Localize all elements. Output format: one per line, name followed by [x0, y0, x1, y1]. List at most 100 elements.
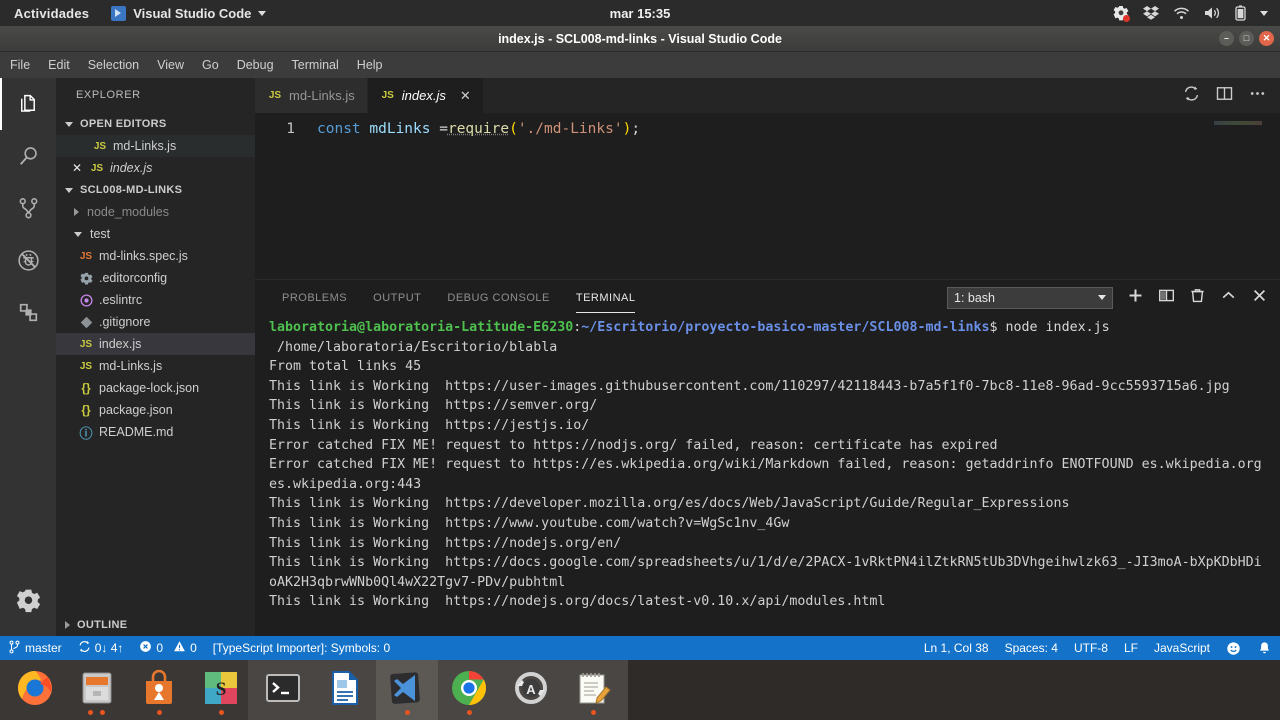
new-terminal-icon[interactable]	[1127, 287, 1144, 309]
js-icon: JS	[78, 361, 94, 372]
menu-file[interactable]: File	[0, 52, 39, 78]
close-icon[interactable]: ✕	[460, 88, 471, 104]
tree-item-index-js[interactable]: JS index.js	[56, 333, 255, 355]
dock-item-terminal[interactable]	[252, 660, 314, 720]
minimize-button[interactable]: –	[1219, 31, 1234, 46]
chrome-icon	[449, 668, 489, 713]
dock-item-slack[interactable]: S	[190, 660, 252, 720]
status-indentation[interactable]: Spaces: 4	[997, 636, 1066, 660]
tab-terminal[interactable]: TERMINAL	[563, 292, 649, 304]
tree-item-label: package.json	[99, 403, 173, 417]
dock-item-firefox[interactable]	[4, 660, 66, 720]
settings-alert-icon[interactable]	[1113, 5, 1129, 21]
menu-terminal[interactable]: Terminal	[283, 52, 348, 78]
maximize-panel-icon[interactable]	[1220, 287, 1237, 309]
status-sync[interactable]: 0↓ 4↑	[70, 636, 132, 660]
kill-terminal-icon[interactable]	[1189, 287, 1206, 309]
vscode-icon	[111, 6, 126, 21]
menu-view[interactable]: View	[148, 52, 193, 78]
bell-icon[interactable]	[1249, 636, 1280, 660]
code-editor[interactable]: 1 const mdLinks =require('./md-Links');	[255, 113, 1280, 295]
active-app-menu[interactable]: Visual Studio Code	[103, 6, 266, 21]
terminal-output[interactable]: laboratoria@laboratoria-Latitude-E6230:~…	[255, 315, 1280, 636]
tree-item-md-links-spec[interactable]: JS md-links.spec.js	[56, 245, 255, 267]
menu-go[interactable]: Go	[193, 52, 228, 78]
chevron-down-icon	[1098, 295, 1106, 300]
tree-item-test[interactable]: test	[56, 223, 255, 245]
dock-item-visual-studio-code[interactable]	[376, 660, 438, 720]
status-problems[interactable]: 0 0	[131, 636, 204, 660]
tree-item-package-lock[interactable]: {} package-lock.json	[56, 377, 255, 399]
tree-item-eslintrc[interactable]: .eslintrc	[56, 289, 255, 311]
dropbox-icon[interactable]	[1143, 6, 1159, 20]
tab-md-links-js[interactable]: JS md-Links.js	[255, 78, 368, 113]
dock-item-ubuntu-software[interactable]	[128, 660, 190, 720]
terminal-select[interactable]: 1: bash	[947, 287, 1113, 309]
activity-explorer[interactable]	[0, 78, 56, 130]
open-editor-md-links[interactable]: JS md-Links.js	[56, 135, 255, 157]
tab-debug-console[interactable]: DEBUG CONSOLE	[434, 292, 562, 304]
outline-header[interactable]: OUTLINE	[56, 614, 255, 636]
error-count: 0	[156, 641, 163, 655]
menu-bar: File Edit Selection View Go Debug Termin…	[0, 52, 1280, 78]
open-editor-index[interactable]: ✕ JS index.js	[56, 157, 255, 179]
status-branch[interactable]: master	[0, 636, 70, 660]
split-terminal-icon[interactable]	[1158, 287, 1175, 309]
activity-extensions[interactable]	[0, 286, 56, 338]
tree-item-label: node_modules	[87, 205, 169, 219]
dock-item-google-chrome[interactable]	[438, 660, 500, 720]
running-indicator	[591, 710, 596, 715]
activity-debug[interactable]	[0, 234, 56, 286]
close-button[interactable]: ✕	[1259, 31, 1274, 46]
activity-search[interactable]	[0, 130, 56, 182]
tree-item-package-json[interactable]: {} package.json	[56, 399, 255, 421]
activities-button[interactable]: Actividades	[0, 6, 103, 21]
activity-source-control[interactable]	[0, 182, 56, 234]
tab-index-js[interactable]: JS index.js ✕	[368, 78, 484, 113]
system-menu-caret-icon[interactable]	[1260, 11, 1268, 16]
smiley-icon[interactable]	[1218, 636, 1249, 660]
menu-edit[interactable]: Edit	[39, 52, 79, 78]
panel-header: PROBLEMS OUTPUT DEBUG CONSOLE TERMINAL 1…	[255, 280, 1280, 315]
activity-settings[interactable]	[0, 574, 56, 626]
status-encoding[interactable]: UTF-8	[1066, 636, 1116, 660]
tree-item-node-modules[interactable]: node_modules	[56, 201, 255, 223]
vscode-icon	[387, 668, 427, 713]
terminal-line: /home/laboratoria/Escritorio/blabla	[269, 338, 1266, 358]
tab-output[interactable]: OUTPUT	[360, 292, 434, 304]
terminal-line: This link is Working https://docs.google…	[269, 553, 1266, 592]
tab-problems[interactable]: PROBLEMS	[269, 292, 360, 304]
libreoffice-writer-icon	[325, 668, 365, 713]
split-editor-icon[interactable]	[1216, 85, 1233, 107]
status-extension[interactable]: [TypeScript Importer]: Symbols: 0	[205, 636, 398, 660]
js-icon: JS	[267, 90, 283, 101]
more-actions-icon[interactable]	[1249, 85, 1266, 107]
menu-selection[interactable]: Selection	[79, 52, 148, 78]
dock-item-software-updater[interactable]: A	[500, 660, 562, 720]
close-icon[interactable]: ✕	[70, 161, 84, 175]
status-language-mode[interactable]: JavaScript	[1146, 636, 1218, 660]
menu-help[interactable]: Help	[348, 52, 392, 78]
status-cursor-position[interactable]: Ln 1, Col 38	[916, 636, 997, 660]
terminal-line: From total links 45	[269, 357, 1266, 377]
wifi-icon[interactable]	[1173, 7, 1190, 20]
battery-icon[interactable]	[1235, 5, 1246, 21]
project-folder-header[interactable]: SCL008-MD-LINKS	[56, 179, 255, 201]
minimap[interactable]	[1180, 113, 1280, 295]
dock-item-libreoffice-writer[interactable]	[314, 660, 376, 720]
tree-item-editorconfig[interactable]: .editorconfig	[56, 267, 255, 289]
menu-debug[interactable]: Debug	[228, 52, 283, 78]
tree-item-readme[interactable]: ⓘ README.md	[56, 421, 255, 443]
maximize-button[interactable]: □	[1239, 31, 1254, 46]
dock-item-text-editor[interactable]	[562, 660, 624, 720]
split-sync-icon[interactable]	[1183, 85, 1200, 107]
tree-item-gitignore[interactable]: .gitignore	[56, 311, 255, 333]
dock-item-files[interactable]	[66, 660, 128, 720]
terminal-line: Error catched FIX ME! request to https:/…	[269, 436, 1266, 456]
open-editors-header[interactable]: OPEN EDITORS	[56, 113, 255, 135]
open-editor-label: md-Links.js	[113, 139, 176, 153]
tree-item-md-links-js[interactable]: JS md-Links.js	[56, 355, 255, 377]
status-eol[interactable]: LF	[1116, 636, 1146, 660]
volume-icon[interactable]	[1204, 6, 1221, 20]
close-panel-icon[interactable]	[1251, 287, 1268, 309]
